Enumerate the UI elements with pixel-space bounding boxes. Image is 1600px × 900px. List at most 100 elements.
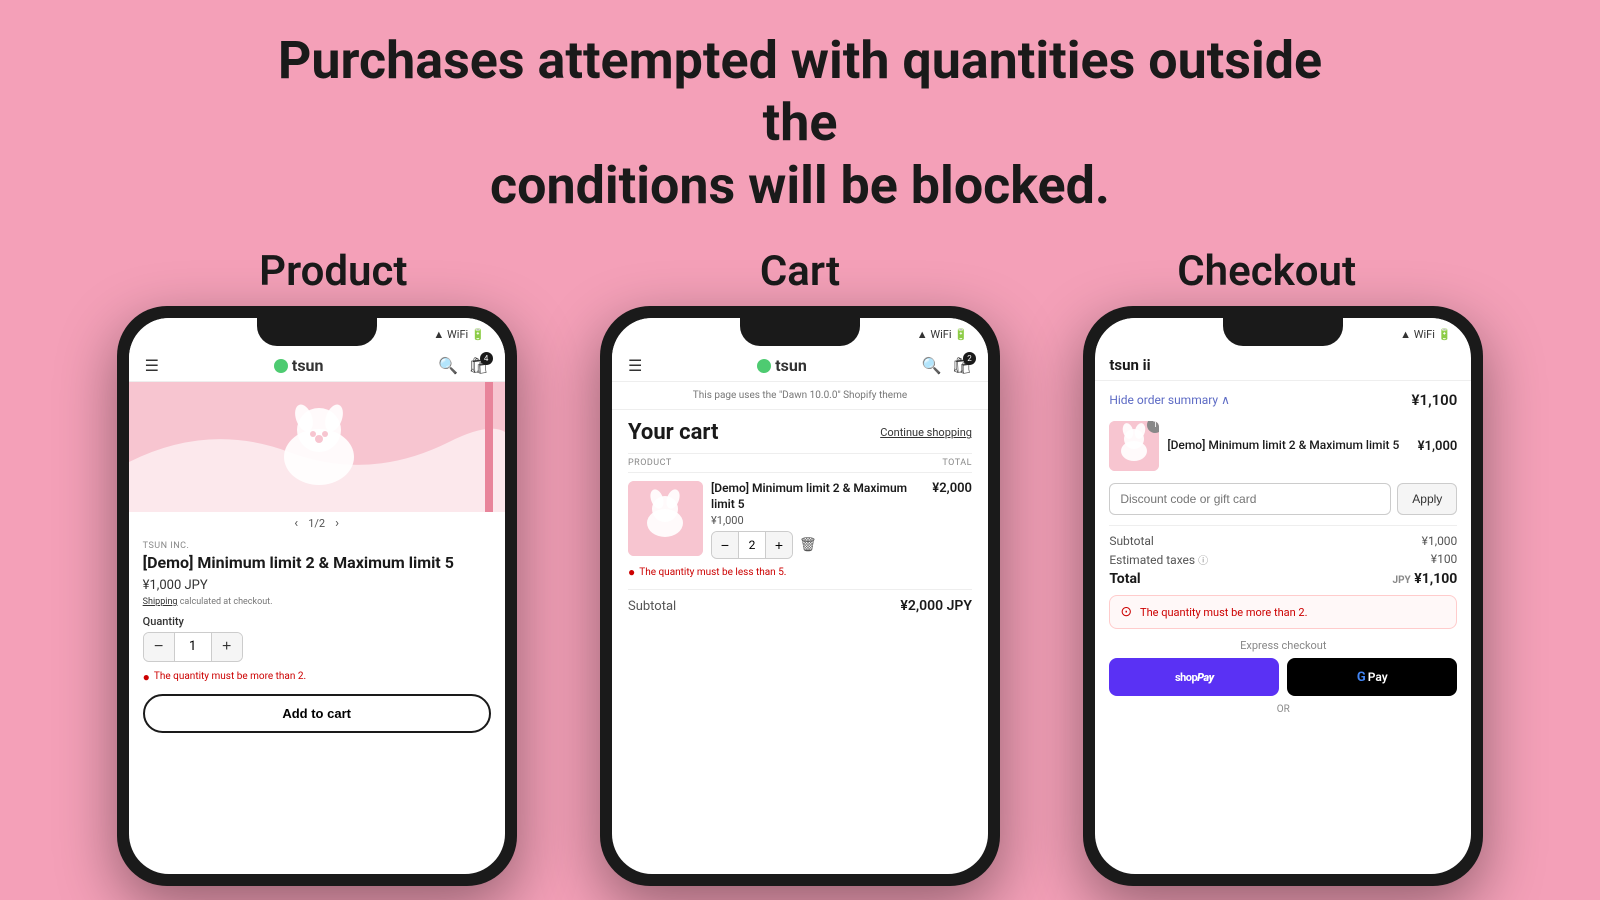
phone-notch-product	[257, 318, 377, 346]
remove-item-btn[interactable]: 🗑	[799, 537, 817, 553]
main-headline: Purchases attempted with quantities outs…	[250, 30, 1350, 217]
phone-checkout: ▲ WiFi 🔋 tsun ii Hide order summary ∧ ¥1…	[1083, 306, 1483, 886]
cart-count-badge-cart: 2	[963, 352, 976, 365]
cart-qty-value: 2	[738, 532, 766, 558]
gpay-text: Pay	[1368, 670, 1388, 684]
gpay-g-letter: G	[1357, 670, 1366, 685]
shipping-info: Shipping calculated at checkout.	[143, 597, 491, 607]
cart-item-total-price: ¥2,000	[932, 481, 972, 496]
cart-qty-row: − 2 + 🗑	[711, 531, 924, 559]
taxes-price-row: Estimated taxes ⓘ ¥100	[1109, 552, 1457, 567]
checkout-store-name: tsun ii	[1095, 350, 1471, 381]
cart-item-details: [Demo] Minimum limit 2 & Maximum limit 5…	[711, 481, 924, 559]
subtotal-label: Subtotal	[628, 599, 676, 614]
checkout-item-image: 1	[1109, 421, 1159, 471]
cart-item-image	[628, 481, 703, 556]
product-price: ¥1,000 JPY	[143, 578, 491, 593]
qty-increase-btn[interactable]: +	[212, 633, 242, 661]
add-to-cart-button[interactable]: Add to cart	[143, 694, 491, 733]
cart-item-name: [Demo] Minimum limit 2 & Maximum limit 5	[711, 481, 924, 512]
qty-decrease-btn[interactable]: −	[144, 633, 174, 661]
logo-dot-cart	[757, 359, 771, 373]
logo-dot	[274, 359, 288, 373]
apply-discount-button[interactable]: Apply	[1397, 483, 1457, 515]
cart-badge-cart[interactable]: 🛍 2	[952, 356, 972, 375]
shop-pay-button[interactable]: shop Pay	[1109, 658, 1279, 696]
hide-order-summary-link[interactable]: Hide order summary ∧	[1109, 393, 1230, 407]
cart-item-svg	[628, 481, 703, 556]
checkout-error-icon: ⊙	[1120, 604, 1132, 620]
express-checkout-label: Express checkout	[1109, 639, 1457, 652]
quantity-control: − 1 +	[143, 632, 243, 662]
qty-value-display: 1	[174, 633, 212, 661]
phone-screen-checkout: ▲ WiFi 🔋 tsun ii Hide order summary ∧ ¥1…	[1095, 318, 1471, 874]
hamburger-icon[interactable]: ☰	[145, 356, 159, 375]
phone-screen-cart: ▲ WiFi 🔋 ☰ tsun 🔍 🛍 2 This page use	[612, 318, 988, 874]
taxes-info-icon[interactable]: ⓘ	[1198, 556, 1208, 567]
discount-code-input[interactable]	[1109, 483, 1391, 515]
total-price-row: Total JPY ¥1,100	[1109, 571, 1457, 587]
product-info: TSUN INC. [Demo] Minimum limit 2 & Maxim…	[129, 535, 505, 739]
cart-title-row: Your cart Continue shopping	[628, 420, 972, 445]
section-label-checkout: Checkout	[1057, 247, 1477, 296]
subtotal-value: ¥2,000 JPY	[900, 598, 972, 614]
col-total: TOTAL	[942, 458, 972, 468]
quantity-error-product: ● The quantity must be more than 2.	[143, 670, 491, 684]
total-amount: JPY ¥1,100	[1393, 571, 1458, 587]
search-icon-cart[interactable]: 🔍	[922, 356, 942, 375]
checkout-item-row: 1 [Demo] Minimum limit 2 & Maximum limit…	[1109, 421, 1457, 471]
subtotal-value-checkout: ¥1,000	[1422, 534, 1458, 548]
chevron-up-icon: ∧	[1221, 393, 1230, 407]
store-logo-product: tsun	[274, 356, 324, 375]
prev-image-btn[interactable]: ‹	[294, 516, 298, 531]
quantity-error-cart: ● The quantity must be less than 5.	[628, 565, 972, 579]
cart-item-unit-price: ¥1,000	[711, 514, 924, 527]
search-icon[interactable]: 🔍	[438, 356, 458, 375]
or-divider: OR	[1109, 704, 1457, 715]
checkout-error-msg: ⊙ The quantity must be more than 2.	[1109, 595, 1457, 629]
cart-item-row: [Demo] Minimum limit 2 & Maximum limit 5…	[628, 481, 972, 559]
cart-content: Your cart Continue shopping PRODUCT TOTA…	[612, 410, 988, 624]
shipping-link[interactable]: Shipping	[143, 597, 178, 607]
cart-table-header: PRODUCT TOTAL	[628, 453, 972, 473]
phone-notch-checkout	[1223, 318, 1343, 346]
image-counter: 1/2	[308, 517, 325, 530]
product-image-area	[129, 382, 505, 512]
taxes-value: ¥100	[1431, 552, 1458, 567]
theme-notice: This page uses the "Dawn 10.0.0" Shopify…	[612, 382, 988, 410]
cart-qty-control: − 2 +	[711, 531, 793, 559]
taxes-label: Estimated taxes ⓘ	[1109, 552, 1208, 567]
section-label-cart: Cart	[590, 247, 1010, 296]
product-title: [Demo] Minimum limit 2 & Maximum limit 5	[143, 553, 491, 574]
header-icons-product: 🔍 🛍 4	[438, 356, 488, 375]
product-image-svg	[129, 382, 505, 512]
phone-product: ▲ WiFi 🔋 ☰ tsun 🔍 🛍 4	[117, 306, 517, 886]
phone-screen-product: ▲ WiFi 🔋 ☰ tsun 🔍 🛍 4	[129, 318, 505, 874]
checkout-item-name: [Demo] Minimum limit 2 & Maximum limit 5	[1167, 438, 1409, 454]
shop-pay-pay-label: Pay	[1197, 671, 1214, 684]
subtotal-label-checkout: Subtotal	[1109, 534, 1154, 548]
cart-subtotal-row: Subtotal ¥2,000 JPY	[628, 589, 972, 614]
checkout-content: Hide order summary ∧ ¥1,100 1	[1095, 381, 1471, 874]
cart-qty-increase-btn[interactable]: +	[766, 532, 792, 558]
image-nav: ‹ 1/2 ›	[129, 512, 505, 535]
store-header-cart: ☰ tsun 🔍 🛍 2	[612, 350, 988, 382]
header-icons-cart: 🔍 🛍 2	[922, 356, 972, 375]
section-label-product: Product	[123, 247, 543, 296]
continue-shopping-link[interactable]: Continue shopping	[880, 426, 972, 439]
cart-badge-product[interactable]: 🛍 4	[468, 356, 488, 375]
express-checkout-buttons: shop Pay G Pay	[1109, 658, 1457, 696]
shop-pay-label: shop	[1175, 671, 1197, 684]
checkout-item-price: ¥1,000	[1418, 439, 1458, 454]
error-dot-cart-icon: ●	[628, 565, 635, 579]
section-labels-row: Product Cart Checkout	[100, 247, 1500, 296]
hamburger-icon-cart[interactable]: ☰	[628, 356, 642, 375]
phone-notch-cart	[740, 318, 860, 346]
cart-qty-decrease-btn[interactable]: −	[712, 532, 738, 558]
next-image-btn[interactable]: ›	[335, 516, 339, 531]
google-pay-button[interactable]: G Pay	[1287, 658, 1457, 696]
cart-count-badge: 4	[480, 352, 493, 365]
total-label: Total	[1109, 571, 1140, 587]
subtotal-price-row: Subtotal ¥1,000	[1109, 534, 1457, 548]
error-dot-icon: ●	[143, 670, 150, 684]
